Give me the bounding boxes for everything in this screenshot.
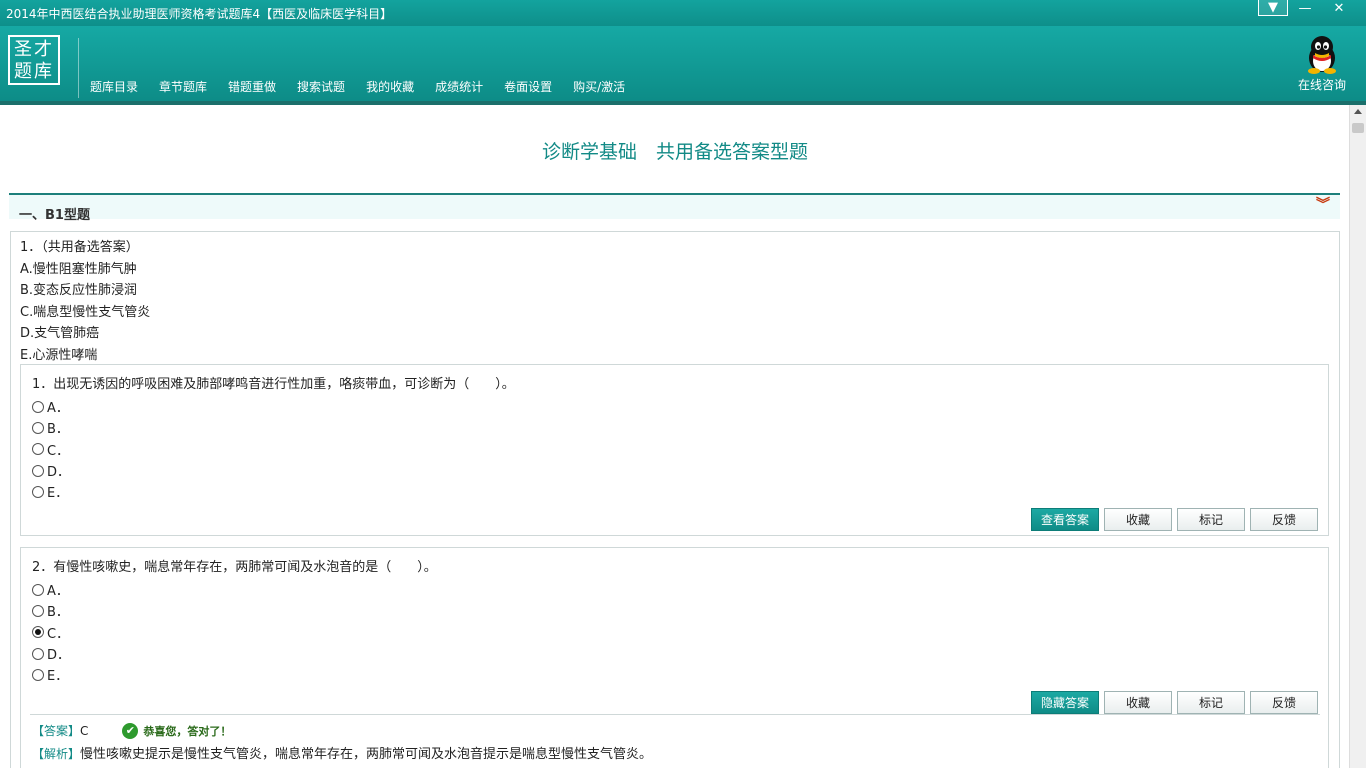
nav-item-statistics[interactable]: 成绩统计 (435, 78, 483, 95)
question-card-1: 1．出现无诱因的呼吸困难及肺部哮鸣音进行性加重，咯痰带血，可诊断为（ ）。 A．… (20, 364, 1329, 536)
option-list: A． B． C． D． E． (32, 396, 70, 502)
option-list: A． B． C． D． E． (32, 579, 70, 685)
analysis-text: 慢性咳嗽史提示是慢性支气管炎，喘息常年存在，两肺常可闻及水泡音提示是喘息型慢性支… (80, 747, 653, 762)
qq-icon (1304, 34, 1340, 74)
hide-answer-button[interactable]: 隐藏答案 (1031, 691, 1099, 714)
close-icon[interactable]: ✕ (1322, 0, 1356, 16)
option-c[interactable]: C． (32, 622, 70, 643)
section-label: 一、B1型题 (19, 208, 90, 223)
favorite-button[interactable]: 收藏 (1104, 691, 1172, 714)
title-bar: 2014年中西医结合执业助理医师资格考试题库4【西医及临床医学科目】 ▼ — ✕ (0, 0, 1366, 26)
option-b[interactable]: B． (32, 417, 70, 438)
option-b[interactable]: B． (32, 600, 70, 621)
show-answer-button[interactable]: 查看答案 (1031, 508, 1099, 531)
nav-item-catalog[interactable]: 题库目录 (90, 78, 138, 95)
online-consult-button[interactable]: 在线咨询 (1294, 34, 1350, 93)
page-title: 诊断学基础 共用备选答案型题 (541, 141, 808, 163)
stem-option: E.心源性哮喘 (20, 347, 98, 363)
nav-item-redo-wrong[interactable]: 错题重做 (228, 78, 276, 95)
vertical-scrollbar[interactable] (1349, 105, 1366, 768)
option-d[interactable]: D． (32, 643, 70, 664)
answer-tag: 【答案】 (32, 724, 81, 738)
radio-icon[interactable] (32, 485, 44, 498)
radio-icon[interactable] (32, 647, 44, 660)
minimize-icon[interactable]: — (1288, 0, 1322, 16)
shared-stem: 1．（共用备选答案） A.慢性阻塞性肺气肿 B.变态反应性肺浸润 C.喘息型慢性… (20, 237, 150, 366)
question-text: 1．出现无诱因的呼吸困难及肺部哮鸣音进行性加重，咯痰带血，可诊断为（ ）。 (32, 377, 515, 392)
window-title: 2014年中西医结合执业助理医师资格考试题库4【西医及临床医学科目】 (6, 7, 393, 21)
radio-selected-icon[interactable] (32, 626, 44, 639)
stem-option: B.变态反应性肺浸润 (20, 283, 138, 298)
radio-icon[interactable] (32, 668, 44, 681)
check-icon: ✔ (122, 722, 139, 739)
scroll-up-icon[interactable] (1354, 109, 1362, 114)
top-nav: 圣才 题库 题库目录 章节题库 错题重做 搜索试题 我的收藏 成绩统计 卷面设置… (0, 26, 1366, 101)
option-d[interactable]: D． (32, 460, 70, 481)
option-a[interactable]: A． (32, 579, 70, 600)
stem-option: D.支气管肺癌 (20, 326, 100, 341)
answer-divider (30, 714, 1320, 715)
answer-value: C (80, 723, 89, 738)
analysis-tag: 【解析】 (32, 747, 81, 761)
nav-item-purchase[interactable]: 购买/激活 (573, 78, 625, 95)
correct-feedback: 恭喜您，答对了！ (143, 724, 232, 738)
analysis-row: 【解析】慢性咳嗽史提示是慢性支气管炎，喘息常年存在，两肺常可闻及水泡音提示是喘息… (32, 743, 652, 762)
logo-divider (78, 38, 79, 98)
option-e[interactable]: E． (32, 481, 70, 502)
logo-text-top: 圣才 (14, 39, 54, 60)
radio-icon[interactable] (32, 464, 44, 477)
logo-text-bottom: 题库 (14, 61, 54, 82)
nav-menu: 题库目录 章节题库 错题重做 搜索试题 我的收藏 成绩统计 卷面设置 购买/激活 (90, 78, 646, 95)
option-e[interactable]: E． (32, 664, 70, 685)
feedback-button[interactable]: 反馈 (1250, 691, 1318, 714)
radio-icon[interactable] (32, 583, 44, 596)
question-actions: 隐藏答案 收藏 标记 反馈 (1031, 691, 1318, 714)
radio-icon[interactable] (32, 604, 44, 617)
mark-button[interactable]: 标记 (1177, 508, 1245, 531)
scroll-thumb[interactable] (1352, 123, 1364, 133)
radio-icon[interactable] (32, 400, 44, 413)
feedback-button[interactable]: 反馈 (1250, 508, 1318, 531)
stem-heading: 1．（共用备选答案） (20, 240, 139, 255)
question-actions: 查看答案 收藏 标记 反馈 (1031, 508, 1318, 531)
option-c[interactable]: C． (32, 439, 70, 460)
mark-button[interactable]: 标记 (1177, 691, 1245, 714)
nav-item-favorites[interactable]: 我的收藏 (366, 78, 414, 95)
answer-row: 【答案】 C ✔ 恭喜您，答对了！ (32, 722, 231, 739)
question-text: 2．有慢性咳嗽史，喘息常年存在，两肺常可闻及水泡音的是（ ）。 (32, 560, 437, 575)
app-logo: 圣才 题库 (8, 35, 60, 85)
menu-dropdown-icon[interactable]: ▼ (1258, 0, 1288, 16)
radio-icon[interactable] (32, 443, 44, 456)
radio-icon[interactable] (32, 421, 44, 434)
favorite-button[interactable]: 收藏 (1104, 508, 1172, 531)
online-consult-label: 在线咨询 (1297, 78, 1346, 92)
nav-item-search[interactable]: 搜索试题 (297, 78, 345, 95)
section-header[interactable]: 一、B1型题 ︾ (9, 195, 1340, 223)
option-a[interactable]: A． (32, 396, 70, 417)
window-controls: ▼ — ✕ (1258, 0, 1356, 16)
nav-item-settings[interactable]: 卷面设置 (504, 78, 552, 95)
nav-item-chapters[interactable]: 章节题库 (159, 78, 207, 95)
stem-option: A.慢性阻塞性肺气肿 (20, 261, 137, 277)
stem-option: C.喘息型慢性支气管炎 (20, 304, 151, 320)
nav-divider (0, 101, 1366, 105)
collapse-double-chevron-icon[interactable]: ︾ (1316, 198, 1330, 212)
